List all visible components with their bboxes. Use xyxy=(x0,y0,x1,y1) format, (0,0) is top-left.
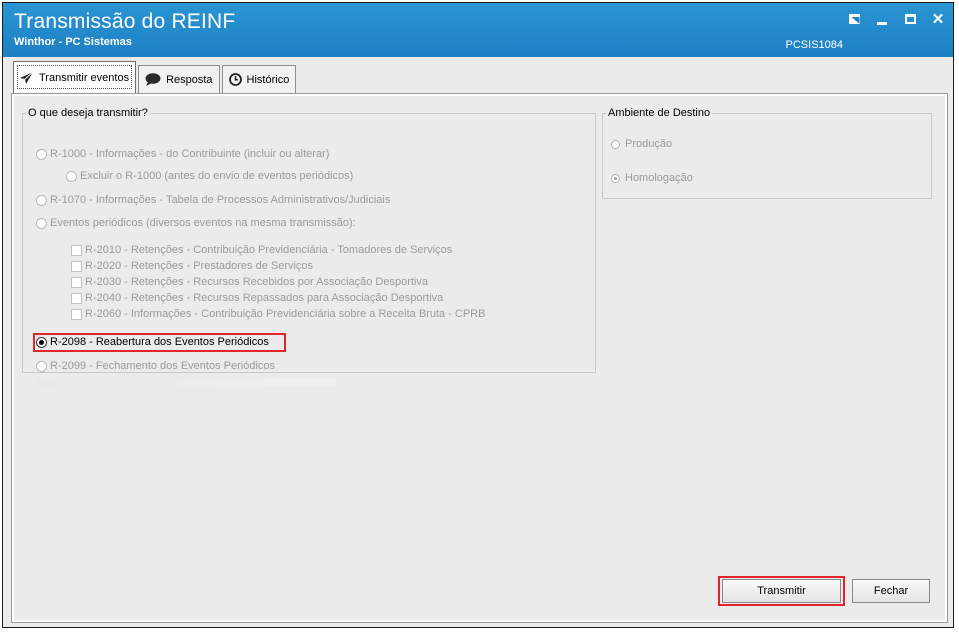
radio-circle xyxy=(36,217,47,229)
tab-resposta[interactable]: Resposta xyxy=(138,65,220,93)
checkbox-r2040[interactable]: R-2040 - Retenções - Recursos Repassados… xyxy=(71,292,443,304)
tab-historico[interactable]: Histórico xyxy=(221,65,297,93)
group-legend: O que deseja transmitir? xyxy=(28,107,148,119)
option-label: R-2099 - Fechamento dos Eventos Periódic… xyxy=(50,360,276,372)
checkbox-box xyxy=(71,308,82,320)
tab-content-panel: O que deseja transmitir? R-1000 - Inform… xyxy=(11,93,948,623)
radio-r1000-delete[interactable]: Excluir o R-1000 (antes do envio de even… xyxy=(66,170,353,182)
checkbox-r2020[interactable]: R-2020 - Retenções - Prestadores de Serv… xyxy=(71,260,313,272)
clock-icon xyxy=(228,73,242,86)
close-icon[interactable]: ✕ xyxy=(929,11,947,28)
checkbox-r2060[interactable]: R-2060 - Informações - Contribuição Prev… xyxy=(71,308,485,320)
transmit-button[interactable]: Transmitir xyxy=(722,579,841,603)
tab-label: Resposta xyxy=(166,73,213,86)
option-label: R-2030 - Retenções - Recursos Recebidos … xyxy=(85,276,428,288)
option-label: R-1070 - Informações - Tabela de Process… xyxy=(50,194,391,206)
window-title: Transmissão do REINF xyxy=(14,10,236,33)
highlight-box-r2098 xyxy=(33,333,286,352)
checkbox-box xyxy=(71,292,82,304)
option-label: R-2060 - Informações - Contribuição Prev… xyxy=(85,308,486,320)
tab-label: Histórico xyxy=(246,73,290,86)
option-label: R-2040 - Retenções - Recursos Repassados… xyxy=(85,292,444,304)
title-bar: Transmissão do REINF Winthor - PC Sistem… xyxy=(3,3,953,57)
radio-circle xyxy=(36,148,47,160)
radio-periodic-events[interactable]: Eventos periódicos (diversos eventos na … xyxy=(36,217,356,229)
checkbox-box xyxy=(71,244,82,256)
destination-group: Ambiente de Destino xyxy=(602,107,932,199)
faded-row xyxy=(36,379,336,387)
option-label: R-2010 - Retenções - Contribuição Previd… xyxy=(85,244,453,256)
radio-r1000[interactable]: R-1000 - Informações - do Contribuinte (… xyxy=(36,148,329,160)
option-label: Homologação xyxy=(625,172,693,184)
radio-circle xyxy=(36,360,47,372)
window-controls: ✕ xyxy=(845,11,947,28)
tab-bar: Transmitir eventos Resposta Histórico xyxy=(13,61,298,93)
tab-transmitir-eventos[interactable]: Transmitir eventos xyxy=(13,61,137,93)
radio-circle xyxy=(611,139,620,149)
send-icon xyxy=(20,71,34,84)
radio-r2099[interactable]: R-2099 - Fechamento dos Eventos Periódic… xyxy=(36,360,275,372)
routine-code: PCSIS1084 xyxy=(785,39,843,51)
radio-circle-selected xyxy=(611,173,620,183)
option-label: Produção xyxy=(625,138,673,150)
close-button[interactable]: Fechar xyxy=(852,579,930,603)
radio-production[interactable]: Produção xyxy=(611,138,672,150)
option-label: R-2020 - Retenções - Prestadores de Serv… xyxy=(85,260,314,272)
group-legend: Ambiente de Destino xyxy=(608,107,711,119)
checkbox-box xyxy=(71,260,82,272)
radio-homologation[interactable]: Homologação xyxy=(611,172,693,184)
minimize-icon[interactable] xyxy=(873,11,891,27)
tab-label: Transmitir eventos xyxy=(39,71,130,84)
checkbox-box xyxy=(71,276,82,288)
tab-content-inner: O que deseja transmitir? R-1000 - Inform… xyxy=(14,96,945,620)
restore-icon[interactable] xyxy=(845,11,863,27)
radio-circle xyxy=(66,170,77,182)
maximize-icon[interactable] xyxy=(901,11,919,27)
app-window: Transmissão do REINF Winthor - PC Sistem… xyxy=(2,2,954,628)
option-label: Excluir o R-1000 (antes do envio de even… xyxy=(80,170,354,182)
window-subtitle: Winthor - PC Sistemas xyxy=(14,36,132,48)
speech-bubble-icon xyxy=(145,73,161,86)
radio-circle xyxy=(36,194,47,206)
checkbox-r2030[interactable]: R-2030 - Retenções - Recursos Recebidos … xyxy=(71,276,428,288)
option-label: Eventos periódicos (diversos eventos na … xyxy=(50,217,356,229)
checkbox-r2010[interactable]: R-2010 - Retenções - Contribuição Previd… xyxy=(71,244,452,256)
option-label: R-1000 - Informações - do Contribuinte (… xyxy=(50,148,330,160)
radio-r1070[interactable]: R-1070 - Informações - Tabela de Process… xyxy=(36,194,390,206)
